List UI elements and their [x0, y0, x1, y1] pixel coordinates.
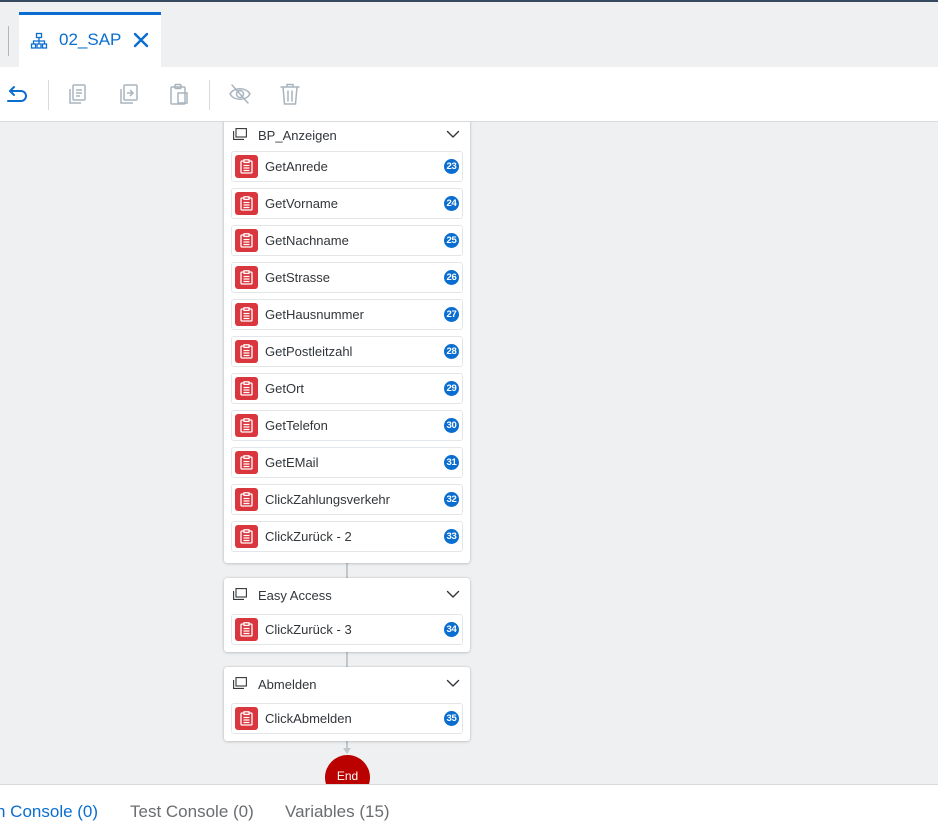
activity-item[interactable]: GetTelefon 30: [231, 410, 463, 441]
clipboard-icon: [235, 525, 258, 548]
step-number-badge: 33: [444, 529, 459, 544]
activity-item[interactable]: GetVorname 24: [231, 188, 463, 219]
end-node[interactable]: End: [325, 755, 370, 784]
clipboard-icon: [235, 155, 258, 178]
clipboard-icon: [235, 303, 258, 326]
chevron-down-icon[interactable]: [446, 589, 460, 599]
hierarchy-icon: [30, 32, 48, 49]
tab-02-sap[interactable]: 02_SAP: [19, 12, 161, 67]
activity-label: GetAnrede: [265, 159, 328, 174]
step-number-badge: 23: [444, 159, 459, 174]
toolbar-separator: [48, 80, 49, 110]
group-header[interactable]: Abmelden: [224, 667, 470, 701]
group-title: Easy Access: [258, 588, 332, 603]
group-bp-anzeigen[interactable]: BP_Anzeigen GetAnrede 23 GetVorname 24 G…: [224, 122, 470, 563]
tab-variables[interactable]: Variables (15): [285, 802, 390, 822]
step-number-badge: 25: [444, 233, 459, 248]
group-title: Abmelden: [258, 677, 317, 692]
clipboard-icon: [235, 618, 258, 641]
tab-console[interactable]: n Console (0): [0, 802, 98, 822]
clipboard-icon: [235, 340, 258, 363]
activity-item[interactable]: ClickZahlungsverkehr 32: [231, 484, 463, 515]
copy-icon[interactable]: [66, 82, 90, 106]
clipboard-icon: [235, 707, 258, 730]
activity-item[interactable]: ClickZurück - 3 34: [231, 614, 463, 645]
clipboard-icon: [235, 192, 258, 215]
activity-label: ClickZurück - 3: [265, 622, 352, 637]
connector-arrow: [343, 748, 351, 754]
toolbar: [0, 67, 938, 122]
activity-label: GetOrt: [265, 381, 305, 396]
activity-item[interactable]: ClickAbmelden 35: [231, 703, 463, 734]
activity-label: GetEMail: [265, 455, 319, 470]
activity-item[interactable]: GetPostleitzahl 28: [231, 336, 463, 367]
activity-item[interactable]: GetHausnummer 27: [231, 299, 463, 330]
toolbar-separator: [209, 80, 210, 110]
hide-icon[interactable]: [228, 82, 252, 106]
activity-item[interactable]: GetAnrede 23: [231, 151, 463, 182]
step-number-badge: 26: [444, 270, 459, 285]
activity-label: ClickZahlungsverkehr: [265, 492, 390, 507]
step-number-badge: 27: [444, 307, 459, 322]
activity-item[interactable]: GetEMail 31: [231, 447, 463, 478]
group-header[interactable]: Easy Access: [224, 578, 470, 612]
tab-test-console[interactable]: Test Console (0): [130, 802, 254, 822]
step-number-badge: 35: [444, 711, 459, 726]
group-easy-access[interactable]: Easy Access ClickZurück - 3 34: [224, 578, 470, 652]
tab-bar: 02_SAP: [0, 2, 938, 67]
duplicate-icon[interactable]: [117, 82, 141, 106]
activity-label: GetHausnummer: [265, 307, 364, 322]
screen-icon: [233, 677, 247, 689]
group-header[interactable]: BP_Anzeigen: [224, 122, 470, 152]
clipboard-icon: [235, 451, 258, 474]
delete-icon[interactable]: [278, 82, 302, 106]
clipboard-icon: [235, 266, 258, 289]
chevron-down-icon[interactable]: [446, 678, 460, 688]
step-number-badge: 32: [444, 492, 459, 507]
activity-item[interactable]: ClickZurück - 2 33: [231, 521, 463, 552]
activity-label: GetTelefon: [265, 418, 328, 433]
step-number-badge: 34: [444, 622, 459, 637]
step-number-badge: 29: [444, 381, 459, 396]
activity-item[interactable]: GetStrasse 26: [231, 262, 463, 293]
activity-label: GetPostleitzahl: [265, 344, 353, 359]
step-number-badge: 31: [444, 455, 459, 470]
activity-label: ClickZurück - 2: [265, 529, 352, 544]
screen-icon: [233, 588, 247, 600]
close-icon[interactable]: [132, 31, 150, 49]
bottom-tab-bar: n Console (0) Test Console (0) Variables…: [0, 784, 938, 822]
connector-line: [346, 563, 348, 578]
activity-label: ClickAbmelden: [265, 711, 352, 726]
chevron-down-icon[interactable]: [446, 129, 460, 139]
connector-line: [346, 652, 348, 667]
activity-item[interactable]: GetNachname 25: [231, 225, 463, 256]
redo-icon[interactable]: [6, 82, 30, 106]
tab-title: 02_SAP: [59, 30, 122, 49]
activity-label: GetVorname: [265, 196, 338, 211]
workflow-canvas[interactable]: BP_Anzeigen GetAnrede 23 GetVorname 24 G…: [0, 122, 938, 784]
step-number-badge: 30: [444, 418, 459, 433]
clipboard-icon: [235, 377, 258, 400]
step-number-badge: 24: [444, 196, 459, 211]
paste-icon[interactable]: [167, 82, 191, 106]
activity-label: GetStrasse: [265, 270, 331, 285]
clipboard-icon: [235, 414, 258, 437]
activity-item[interactable]: GetOrt 29: [231, 373, 463, 404]
group-title: BP_Anzeigen: [258, 128, 337, 143]
clipboard-icon: [235, 229, 258, 252]
tab-separator: [8, 26, 9, 56]
step-number-badge: 28: [444, 344, 459, 359]
group-abmelden[interactable]: Abmelden ClickAbmelden 35: [224, 667, 470, 741]
clipboard-icon: [235, 488, 258, 511]
screen-icon: [233, 128, 247, 140]
activity-label: GetNachname: [265, 233, 349, 248]
